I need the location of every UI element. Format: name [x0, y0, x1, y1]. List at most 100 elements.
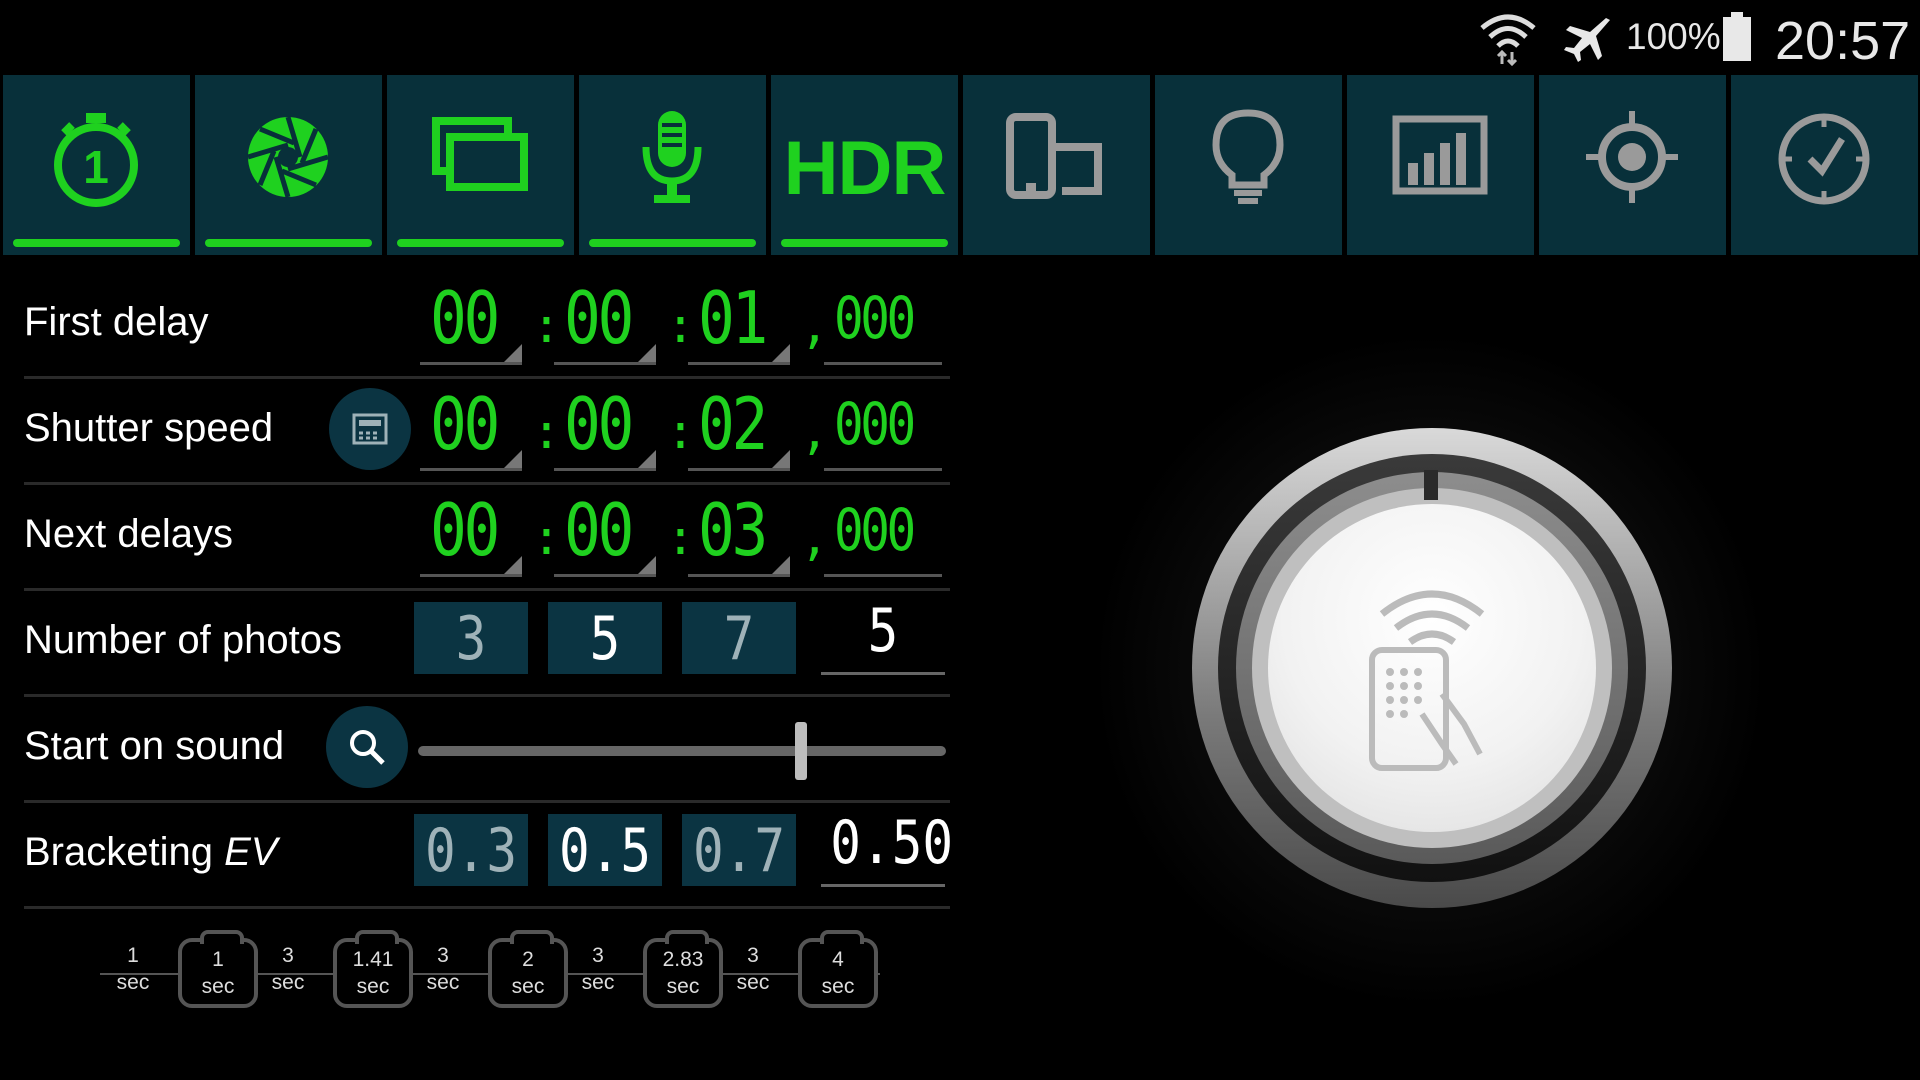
shutter-speed-label: Shutter speed: [24, 406, 274, 450]
timeline-value: 1: [212, 948, 224, 971]
tab-frames[interactable]: [387, 75, 574, 255]
tab-active-indicator: [589, 239, 756, 247]
battery-icon: [1723, 12, 1751, 61]
shutter-seconds[interactable]: 02: [688, 382, 790, 471]
calculator-button[interactable]: [329, 388, 411, 470]
next-delays-millis[interactable]: 000: [824, 490, 942, 577]
next-delays-seconds[interactable]: 03: [688, 488, 790, 577]
timeline-unit: sec: [356, 975, 390, 998]
mode-tab-bar: 1 HDR: [0, 75, 1920, 255]
clock-check-icon: [1778, 113, 1870, 205]
timeline-shot: 4 sec: [798, 930, 878, 1008]
tab-active-indicator: [781, 239, 948, 247]
ev-option-0-7[interactable]: 0.7: [682, 814, 796, 886]
tab-active-indicator: [205, 239, 372, 247]
wifi-icon: [1480, 14, 1536, 66]
photos-option-7[interactable]: 7: [682, 602, 796, 674]
timeline-unit: sec: [581, 971, 615, 994]
timeline-interval: 3 sec: [720, 942, 786, 1022]
tab-target[interactable]: [1539, 75, 1726, 255]
bar-chart-icon: [1392, 115, 1488, 195]
sequence-timeline: 1 sec 1 sec 3 sec 1.41 sec 3 sec 2 sec 3 sec 2.83 sec 3 s…: [100, 930, 880, 1010]
hdr-label: HDR: [783, 126, 947, 211]
timeline-value: 3: [282, 944, 294, 967]
first-delay-millis[interactable]: 000: [824, 278, 942, 365]
battery-percent: 100%: [1626, 16, 1721, 57]
tab-shutter[interactable]: [195, 75, 382, 255]
ev-option-0-5[interactable]: 0.5: [548, 814, 662, 886]
shutter-hours[interactable]: 00: [420, 382, 522, 471]
next-delays-label: Next delays: [24, 512, 233, 556]
timeline-unit: sec: [271, 971, 305, 994]
first-delay-minutes[interactable]: 00: [554, 276, 656, 365]
photos-option-3[interactable]: 3: [414, 602, 528, 674]
tab-active-indicator: [397, 239, 564, 247]
shutter-minutes[interactable]: 00: [554, 382, 656, 471]
bracketing-row: Bracketing EV 0.3 0.5 0.7 0.50: [24, 800, 953, 909]
timeline-shot: 1 sec: [178, 930, 258, 1008]
timeline-value: 1: [127, 944, 139, 967]
first-delay-hours[interactable]: 00: [420, 276, 522, 365]
shutter-speed-row: Shutter speed 00 : 00 : 02 , 000: [24, 376, 950, 485]
start-on-sound-row: Start on sound: [24, 694, 950, 803]
tab-bulb[interactable]: [1155, 75, 1342, 255]
shutter-millis[interactable]: 000: [824, 384, 942, 471]
timeline-shot: 1.41 sec: [333, 930, 413, 1008]
timeline-unit: sec: [666, 975, 700, 998]
timeline-interval: 3 sec: [410, 942, 476, 1022]
timeline-value: 3: [747, 944, 759, 967]
stopwatch-icon: 1: [54, 113, 138, 207]
tab-active-indicator: [13, 239, 180, 247]
photos-value-field[interactable]: 5: [821, 592, 945, 675]
phone-device-icon: [1006, 113, 1102, 199]
start-on-sound-label: Start on sound: [24, 724, 285, 768]
timeline-interval: 3 sec: [565, 942, 631, 1022]
tab-hdr[interactable]: HDR: [771, 75, 958, 255]
timeline-unit: sec: [736, 971, 770, 994]
bracketing-label: Bracketing EV: [24, 830, 278, 874]
timeline-interval: 1 sec: [100, 942, 166, 1022]
timeline-value: 2.83: [662, 948, 704, 971]
tab-device[interactable]: [963, 75, 1150, 255]
photos-option-5[interactable]: 5: [548, 602, 662, 674]
ev-option-0-3[interactable]: 0.3: [414, 814, 528, 886]
slider-thumb[interactable]: [795, 722, 807, 780]
timeline-value: 1.41: [352, 948, 394, 971]
start-button[interactable]: [1268, 504, 1596, 832]
next-delays-row: Next delays 00 : 00 : 03 , 000: [24, 482, 950, 591]
timeline-value: 3: [592, 944, 604, 967]
tab-clock-check[interactable]: [1731, 75, 1918, 255]
next-delays-minutes[interactable]: 00: [554, 488, 656, 577]
aperture-icon: [247, 116, 329, 198]
calculator-icon: [352, 413, 388, 445]
timeline-unit: sec: [116, 971, 150, 994]
clock: 20:57: [1775, 11, 1911, 71]
first-delay-label: First delay: [24, 300, 209, 344]
status-bar: 100% 20:57: [0, 0, 1920, 74]
next-delays-hours[interactable]: 00: [420, 488, 522, 577]
search-icon: [350, 730, 385, 765]
number-of-photos-row: Number of photos 3 5 7 5: [24, 588, 950, 697]
timeline-shot: 2.83 sec: [643, 930, 723, 1008]
start-button-notch: [1424, 470, 1438, 500]
tab-timer[interactable]: 1: [3, 75, 190, 255]
svg-text:1: 1: [83, 141, 109, 193]
sound-threshold-slider[interactable]: [418, 722, 946, 780]
timeline-value: 2: [522, 948, 534, 971]
timeline-unit: sec: [511, 975, 545, 998]
remote-control-icon: [1369, 590, 1485, 771]
airplane-mode-icon: [1564, 18, 1610, 62]
crosshair-icon: [1586, 111, 1678, 203]
number-of-photos-label: Number of photos: [24, 618, 342, 662]
microphone-icon: [642, 111, 702, 203]
first-delay-seconds[interactable]: 01: [688, 276, 790, 365]
ev-value-field[interactable]: 0.50: [821, 804, 953, 887]
timeline-interval: 3 sec: [255, 942, 321, 1022]
sound-search-button[interactable]: [326, 706, 408, 788]
timeline-shot: 2 sec: [488, 930, 568, 1008]
tab-microphone[interactable]: [579, 75, 766, 255]
timeline-value: 4: [832, 948, 844, 971]
tab-chart[interactable]: [1347, 75, 1534, 255]
lightbulb-icon: [1212, 109, 1284, 204]
frames-icon: [432, 117, 528, 191]
